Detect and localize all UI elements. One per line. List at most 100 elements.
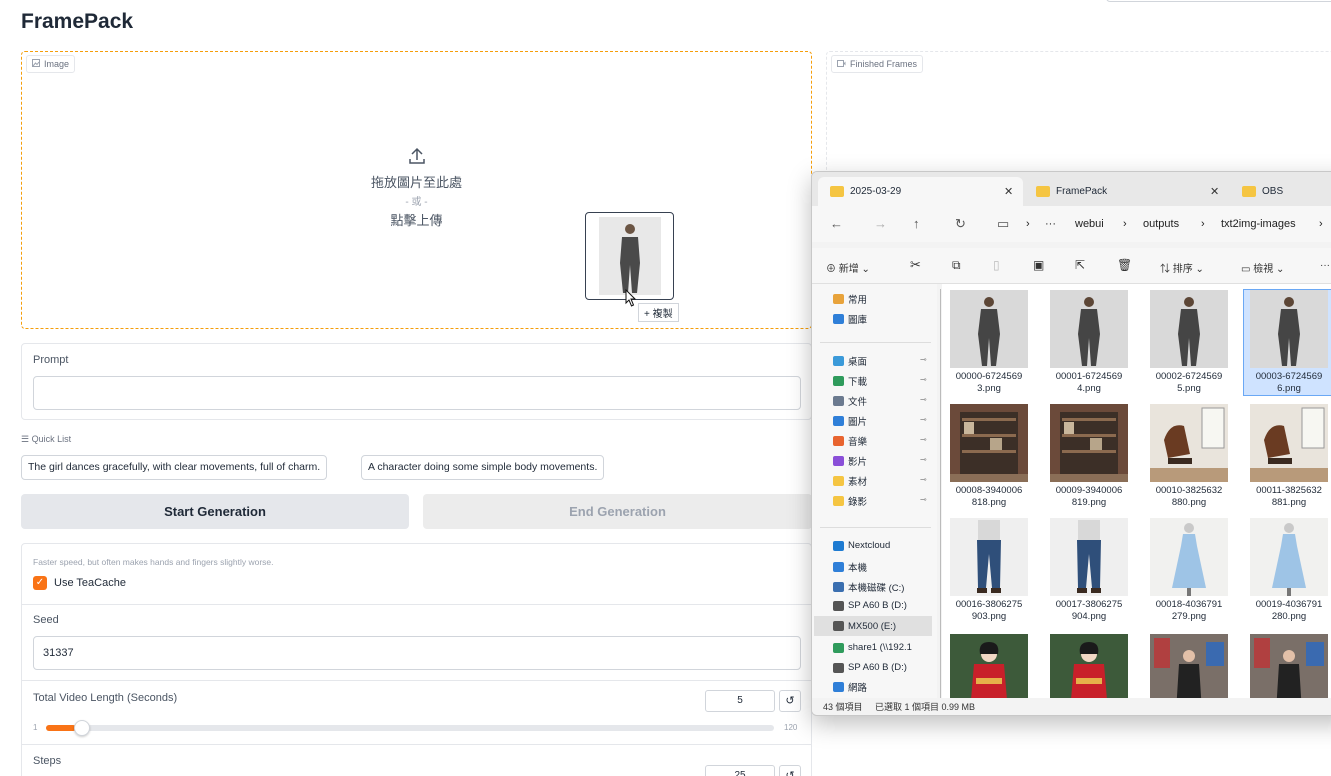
pin-icon[interactable]: ⊸ <box>920 455 927 464</box>
paste-icon[interactable]: ▯ <box>993 258 1000 272</box>
file-thumbnail[interactable]: 00001-6724569 4.png <box>1044 290 1134 395</box>
quick-list-item[interactable]: A character doing some simple body movem… <box>361 455 605 480</box>
nav-item[interactable]: 錄影 <box>833 494 867 508</box>
sort-button[interactable]: ⇅ 排序 ⌄ <box>1160 260 1204 275</box>
nav-item-icon <box>833 314 844 324</box>
file-thumbnail[interactable]: 00018-4036791 279.png <box>1144 518 1234 623</box>
file-thumbnail[interactable]: 00003-6724569 6.png <box>1243 289 1331 396</box>
nav-item[interactable]: 圖庫 <box>833 312 867 326</box>
file-name: 00009-3940006 819.png <box>1055 485 1123 508</box>
file-thumbnail[interactable]: 00008-3940006 818.png <box>944 404 1034 509</box>
nav-item[interactable]: 素材 <box>833 474 867 488</box>
back-icon[interactable]: ← <box>830 216 843 231</box>
explorer-tab[interactable]: FramePack ✕ <box>1024 177 1229 206</box>
nav-item[interactable]: 文件 <box>833 394 867 408</box>
nav-item[interactable]: MX500 (E:) <box>814 616 932 636</box>
view-button[interactable]: ▭ 檢視 ⌄ <box>1241 260 1284 275</box>
file-explorer-window[interactable]: 2025-03-29 ✕ FramePack ✕ OBS ← → ↑ ↻ ▭ ›… <box>811 171 1331 716</box>
file-thumbnail[interactable]: 00010-3825632 880.png <box>1144 404 1234 509</box>
prompt-input[interactable] <box>33 376 801 410</box>
video-length-slider[interactable] <box>46 725 774 731</box>
up-icon[interactable]: ↑ <box>913 216 920 231</box>
computer-icon[interactable]: ▭ <box>997 216 1009 232</box>
file-thumbnail[interactable]: 00000-6724569 3.png <box>944 290 1034 395</box>
file-preview-image <box>1150 290 1228 368</box>
pane-splitter[interactable] <box>940 289 941 699</box>
file-thumbnail[interactable]: 00002-6724569 5.png <box>1144 290 1234 395</box>
close-icon[interactable]: ✕ <box>1004 185 1013 198</box>
teacache-hint: Faster speed, but often makes hands and … <box>33 557 274 567</box>
nav-item[interactable]: Nextcloud <box>833 540 890 551</box>
pin-icon[interactable]: ⊸ <box>920 375 927 384</box>
file-thumbnail[interactable]: 00019-4036791 280.png <box>1244 518 1331 623</box>
image-upload-panel[interactable]: Image 拖放圖片至此處 - 或 - 點擊上傳 <box>21 51 812 329</box>
settings-block: Faster speed, but often makes hands and … <box>21 543 812 776</box>
nav-item[interactable]: 影片 <box>833 454 867 468</box>
slider-fill <box>46 725 76 731</box>
pin-icon[interactable]: ⊸ <box>920 435 927 444</box>
rename-icon[interactable]: ▣ <box>1033 258 1044 272</box>
breadcrumb-item[interactable]: webui <box>1075 218 1104 230</box>
end-generation-button[interactable]: End Generation <box>423 494 812 529</box>
image-label: Image <box>26 55 76 73</box>
delete-icon[interactable]: 🗑 <box>1117 258 1132 272</box>
file-preview-image <box>1150 404 1228 482</box>
upload-dropzone[interactable]: 拖放圖片至此處 - 或 - 點擊上傳 <box>22 146 811 229</box>
file-thumbnail[interactable]: 00009-3940006 819.png <box>1044 404 1134 509</box>
file-thumbnail[interactable]: 00017-3806275 904.png <box>1044 518 1134 623</box>
nav-item[interactable]: 常用 <box>833 292 867 306</box>
nav-item-icon <box>833 496 844 506</box>
more-button[interactable]: ··· <box>1320 260 1330 271</box>
file-name: 00017-3806275 904.png <box>1055 599 1123 622</box>
nav-item[interactable]: 本機磁碟 (C:) <box>833 580 904 594</box>
start-generation-button[interactable]: Start Generation <box>21 494 409 529</box>
slider-handle[interactable] <box>74 720 90 736</box>
explorer-tab[interactable]: OBS <box>1230 177 1331 206</box>
reset-icon[interactable]: ↺ <box>779 765 801 776</box>
steps-number[interactable]: 25 <box>705 765 775 776</box>
breadcrumb-item[interactable]: outputs <box>1143 218 1179 230</box>
pin-icon[interactable]: ⊸ <box>920 475 927 484</box>
nav-item[interactable]: 網路 <box>833 680 867 694</box>
file-preview-image <box>950 404 1028 482</box>
nav-item[interactable]: SP A60 B (D:) <box>833 662 907 673</box>
video-length-number[interactable]: 5 <box>705 690 775 712</box>
close-icon[interactable]: ✕ <box>1210 185 1219 198</box>
refresh-icon[interactable]: ↻ <box>955 216 966 232</box>
nav-item[interactable]: 下載 <box>833 374 867 388</box>
nav-item[interactable]: 音樂 <box>833 434 867 448</box>
nav-item-icon <box>833 356 844 366</box>
top-right-control[interactable] <box>1106 0 1331 2</box>
forward-icon[interactable]: → <box>874 216 887 231</box>
breadcrumb-overflow[interactable]: ··· <box>1045 218 1056 230</box>
reset-icon[interactable]: ↺ <box>779 690 801 712</box>
teacache-checkbox[interactable]: ✓ <box>33 576 47 590</box>
nav-item[interactable]: share1 (\\192.1 <box>833 642 912 653</box>
new-button[interactable]: ⊕ 新增 ⌄ <box>826 260 870 275</box>
share-icon[interactable]: ⇱ <box>1075 258 1085 272</box>
breadcrumb-item[interactable]: txt2img-images <box>1221 218 1296 230</box>
quick-list-item[interactable]: The girl dances gracefully, with clear m… <box>21 455 328 480</box>
divider <box>22 680 811 681</box>
file-thumbnail[interactable]: 00016-3806275 903.png <box>944 518 1034 623</box>
explorer-tab[interactable]: 2025-03-29 ✕ <box>818 177 1023 206</box>
file-preview-image <box>1050 404 1128 482</box>
breadcrumb-separator: › <box>1123 218 1127 230</box>
file-preview-image <box>1250 290 1328 368</box>
teacache-label[interactable]: Use TeaCache <box>54 577 126 589</box>
nav-item[interactable]: 本機 <box>833 560 867 574</box>
click-upload-text[interactable]: 點擊上傳 <box>22 210 811 229</box>
nav-item[interactable]: SP A60 B (D:) <box>833 600 907 611</box>
nav-item-icon <box>833 436 844 446</box>
copy-icon[interactable]: ⧉ <box>952 258 961 273</box>
nav-item[interactable]: 圖片 <box>833 414 867 428</box>
pin-icon[interactable]: ⊸ <box>920 355 927 364</box>
pin-icon[interactable]: ⊸ <box>920 395 927 404</box>
seed-input[interactable]: 31337 <box>33 636 801 670</box>
nav-item[interactable]: 桌面 <box>833 354 867 368</box>
pin-icon[interactable]: ⊸ <box>920 495 927 504</box>
file-thumbnail[interactable]: 00011-3825632 881.png <box>1244 404 1331 509</box>
cut-icon[interactable]: ✂ <box>910 257 921 273</box>
pin-icon[interactable]: ⊸ <box>920 415 927 424</box>
upload-icon <box>407 146 427 166</box>
